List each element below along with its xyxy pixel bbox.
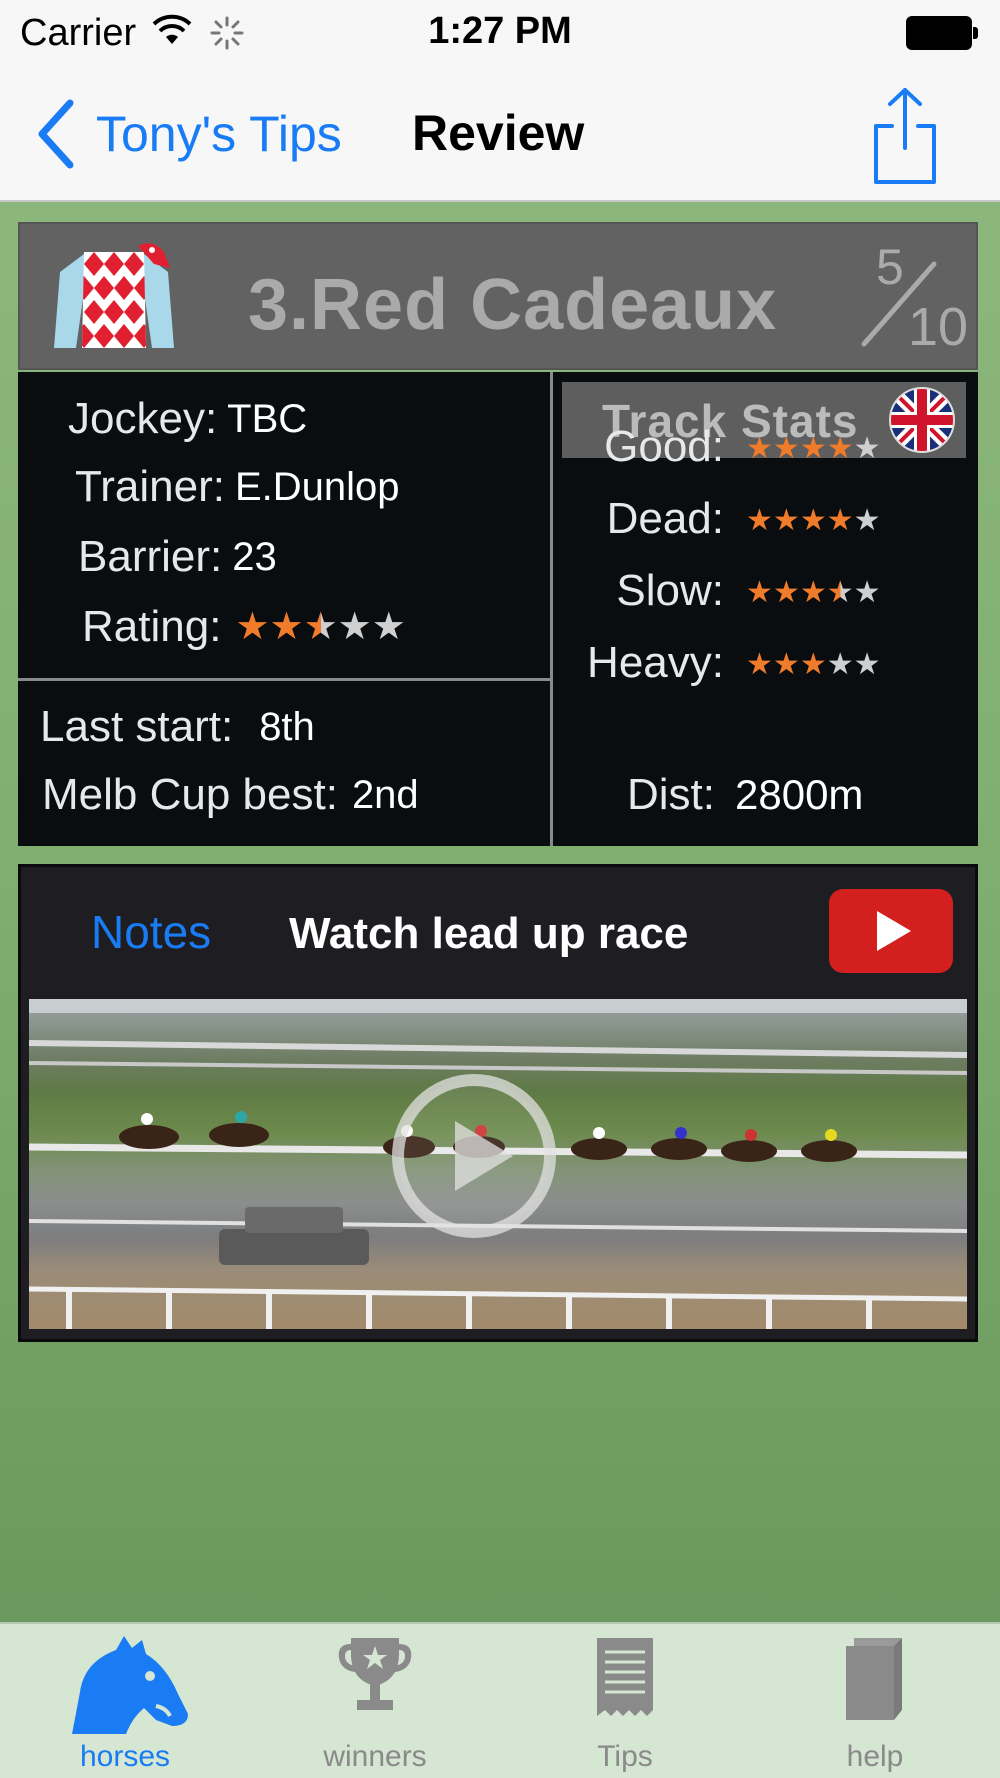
distance-row: Dist: 2800m [627,770,863,820]
video-panel: Notes Watch lead up race [18,864,978,1342]
track-stat-stars: ★ ★ ★ ★ ★ [746,434,881,464]
distance-value: 2800m [735,771,864,818]
track-stat-label: Heavy: [587,638,724,687]
jockey-row: Jockey: TBC [68,394,307,444]
melb-cup-row: Melb Cup best: 2nd [42,770,419,820]
track-stat-stars: ★ ★ ★ ★ ★ [746,578,881,608]
last-start-row: Last start: 8th [40,702,315,752]
tab-bar: horses winners Tips help [0,1622,1000,1778]
horse-head-icon [72,1636,188,1734]
melb-cup-value: 2nd [351,772,419,817]
watch-lead-up-label: Watch lead up race [289,909,689,958]
odds-denominator: 10 [908,297,969,357]
back-button[interactable]: Tony's Tips [36,96,342,172]
star-icon: ★ [826,576,854,609]
track-stat-row: Heavy: [587,638,724,688]
play-circle-icon [392,1074,556,1238]
track-stat-row: Slow: [616,566,724,616]
share-icon[interactable] [870,86,940,186]
star-icon: ★ [826,432,854,465]
star-icon: ★ [853,648,881,681]
uk-flag-icon [889,387,955,453]
navigation-bar: Tony's Tips Review [0,66,1000,202]
jockey-silks-icon [54,243,174,348]
book-icon [846,1638,902,1720]
star-icon: ★ [772,648,800,681]
track-stat-label: Good: [604,422,724,471]
chevron-left-icon [38,99,74,169]
notes-link[interactable]: Notes [91,905,211,959]
video-thumbnail[interactable] [29,999,967,1329]
star-icon: ★ [853,432,881,465]
barrier-label: Barrier: [78,532,223,581]
track-stat-row: Good: [604,422,724,472]
tab-help-label: help [846,1740,904,1773]
track-stat-stars: ★ ★ ★ ★ ★ [746,650,881,680]
play-triangle-icon [877,911,911,951]
star-icon: ★ [799,648,827,681]
youtube-play-button[interactable] [829,889,953,973]
star-icon: ★ [235,606,270,648]
star-icon: ★ [826,648,854,681]
odds-fraction: 5 10 [850,234,970,364]
page-title: Review [412,105,585,161]
trainer-value: E.Dunlop [234,464,400,509]
tab-tips-label: Tips [597,1740,653,1773]
star-icon: ★ [371,606,406,648]
star-icon: ★ [799,432,827,465]
tab-tips[interactable]: Tips [500,1624,750,1778]
jockey-label: Jockey: [68,394,218,443]
track-stat-label: Dead: [606,494,724,543]
odds-numerator: 5 [876,239,904,295]
star-icon: ★ [303,606,338,648]
tab-winners-label: winners [323,1740,427,1773]
track-stat-stars: ★ ★ ★ ★ ★ [746,506,881,536]
horse-header: 3.Red Cadeaux 5 10 [18,222,978,370]
star-icon: ★ [826,504,854,537]
last-start-label: Last start: [40,702,234,751]
status-time: 1:27 PM [428,10,572,52]
horizontal-divider [18,678,550,681]
last-start-value: 8th [259,704,315,749]
trainer-row: Trainer: E.Dunlop [75,462,400,512]
jockey-value: TBC [227,396,308,441]
tab-horses-label: horses [79,1740,171,1773]
trophy-icon [338,1638,412,1710]
rating-row: Rating: ★ ★ ★ ★ ★ [82,602,406,652]
star-icon: ★ [772,576,800,609]
star-icon: ★ [746,648,773,681]
receipt-icon [597,1638,653,1716]
star-icon: ★ [853,504,881,537]
distance-label: Dist: [627,770,715,819]
star-icon: ★ [746,504,773,537]
barrier-value: 23 [232,534,277,579]
star-icon: ★ [853,576,881,609]
tab-horses[interactable]: horses [0,1624,250,1778]
star-icon: ★ [337,606,372,648]
barrier-row: Barrier: 23 [78,532,277,582]
battery-icon [906,16,978,50]
star-icon: ★ [799,504,827,537]
star-icon: ★ [772,432,800,465]
melb-cup-label: Melb Cup best: [42,770,338,819]
rating-stars: ★ ★ ★ ★ ★ [235,608,405,646]
rating-label: Rating: [82,602,222,651]
star-icon: ★ [799,576,827,609]
tab-help[interactable]: help [750,1624,1000,1778]
horse-details-panel: Jockey: TBC Trainer: E.Dunlop Barrier: 2… [18,372,978,846]
star-icon: ★ [772,504,800,537]
track-stat-label: Slow: [616,566,724,615]
track-stat-row: Dead: [607,494,724,544]
star-icon: ★ [746,576,773,609]
trainer-label: Trainer: [75,462,225,511]
vertical-divider [550,372,553,846]
horse-name: 3.Red Cadeaux [248,265,778,345]
status-bar: Carrier 1:27 PM [0,0,1000,66]
star-icon: ★ [269,606,304,648]
tab-winners[interactable]: winners [250,1624,500,1778]
star-icon: ★ [746,432,773,465]
back-button-label: Tony's Tips [96,106,342,162]
